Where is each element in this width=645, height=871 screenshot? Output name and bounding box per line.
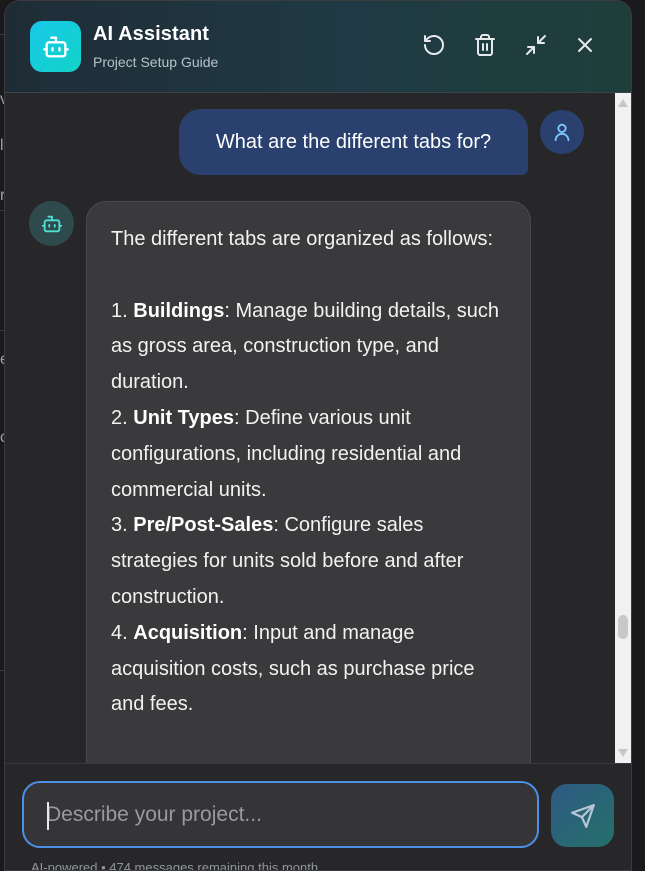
user-message: What are the different tabs for?: [179, 109, 528, 175]
close-icon: [578, 38, 592, 52]
text-caret: [47, 802, 49, 830]
composer: AI-powered • 474 messages remaining this…: [5, 763, 631, 871]
bot-icon: [41, 215, 62, 232]
message-input[interactable]: [22, 781, 539, 848]
assistant-avatar: [29, 201, 74, 246]
tab-list-item: 3. Pre/Post-Sales: Configure sales strat…: [111, 508, 506, 615]
item-number: 1.: [111, 299, 128, 322]
user-avatar: [540, 110, 584, 154]
usage-note: AI-powered • 474 messages remaining this…: [31, 860, 319, 871]
item-number: 2.: [111, 406, 128, 429]
reset-icon: [424, 35, 444, 55]
tab-list-item: 2. Unit Types: Define various unit confi…: [111, 401, 506, 508]
tab-list-item: 1. Buildings: Manage building details, s…: [111, 294, 506, 401]
item-name: Acquisition: [133, 621, 243, 644]
assistant-intro: The different tabs are organized as foll…: [111, 228, 494, 250]
chat-panel: AI Assistant Project Setup Guide What ar…: [4, 0, 632, 871]
item-name: Unit Types: [133, 406, 235, 429]
bot-icon: [42, 36, 69, 57]
item-name: Buildings: [133, 299, 225, 322]
item-number: 3.: [111, 514, 128, 537]
assistant-message: The different tabs are organized as foll…: [86, 201, 531, 763]
send-icon: [570, 803, 595, 828]
item-name: Pre/Post-Sales: [133, 514, 274, 537]
message-list[interactable]: What are the different tabs for? The dif…: [5, 93, 617, 763]
minimize-icon: [526, 35, 546, 55]
scroll-down-arrow[interactable]: [618, 749, 628, 757]
trash-icon: [475, 34, 495, 56]
user-icon: [554, 123, 570, 142]
minimize-button[interactable]: [520, 29, 552, 61]
assistant-logo: [30, 21, 81, 72]
close-button[interactable]: [569, 29, 601, 61]
message-scrollbar[interactable]: [615, 93, 631, 763]
chat-header: AI Assistant Project Setup Guide: [5, 1, 631, 93]
reset-button[interactable]: [418, 29, 450, 61]
scroll-up-arrow[interactable]: [618, 99, 628, 107]
assistant-spacer: [111, 258, 506, 294]
delete-button[interactable]: [469, 29, 501, 61]
tab-list-item: 4. Acquisition: Input and manage acquisi…: [111, 616, 506, 723]
chat-title: AI Assistant: [93, 23, 210, 45]
scroll-thumb[interactable]: [618, 615, 628, 639]
send-button[interactable]: [551, 784, 614, 847]
chat-subtitle: Project Setup Guide: [93, 54, 219, 70]
item-number: 4.: [111, 621, 128, 644]
